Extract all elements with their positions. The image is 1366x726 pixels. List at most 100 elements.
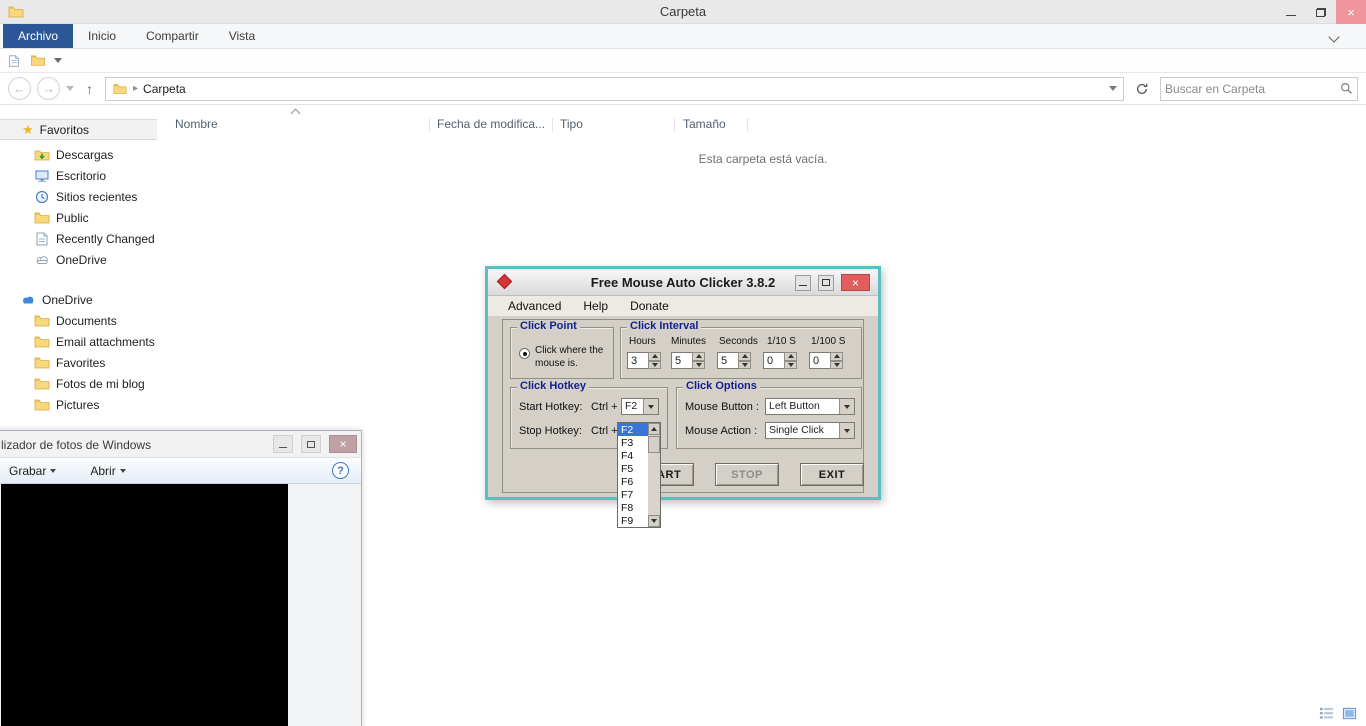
spin-up-icon[interactable] [648,352,661,361]
column-header-tipo[interactable]: Tipo [560,117,583,131]
dropdown-scrollbar[interactable] [648,423,660,527]
scroll-down-icon[interactable] [648,515,660,527]
sidebar-item-favorites[interactable]: Favorites [0,352,157,373]
minutes-spinner[interactable]: 5 [671,352,705,369]
empty-folder-message: Esta carpeta está vacía. [633,152,893,166]
sidebar-item-documents[interactable]: Documents [0,310,157,331]
menu-advanced[interactable]: Advanced [508,299,561,313]
search-box[interactable] [1160,77,1358,101]
dropdown-option-f8[interactable]: F8 [618,501,648,514]
maximize-button[interactable] [818,275,834,291]
address-bar[interactable]: ▸ Carpeta [105,77,1124,101]
menu-help[interactable]: Help [583,299,608,313]
customize-quick-access-icon[interactable] [54,58,62,63]
close-button[interactable]: × [841,274,870,291]
spin-down-icon[interactable] [784,361,797,370]
hundredth-spinner[interactable]: 0 [809,352,843,369]
spin-down-icon[interactable] [738,361,751,370]
seconds-value[interactable]: 5 [717,352,738,369]
spin-down-icon[interactable] [648,361,661,370]
column-separator[interactable] [747,118,748,132]
column-separator[interactable] [552,118,553,132]
sidebar-item-onedrive-favorite[interactable]: OneDrive [0,249,157,270]
up-button[interactable]: ↑ [80,81,99,97]
details-view-icon[interactable] [1318,705,1335,722]
sidebar-item-recently-changed[interactable]: Recently Changed [0,228,157,249]
sidebar-group-onedrive[interactable]: OneDrive [0,289,157,310]
minimize-button[interactable] [795,275,811,291]
dropdown-option-f4[interactable]: F4 [618,449,648,462]
scroll-up-icon[interactable] [648,423,660,435]
sidebar-group-favoritos[interactable]: ★ Favoritos [0,119,157,140]
thumbnail-view-icon[interactable] [1341,705,1358,722]
minimize-button[interactable] [273,435,293,453]
stop-button[interactable]: STOP [715,463,779,486]
sidebar-item-sitios-recientes[interactable]: Sitios recientes [0,186,157,207]
dropdown-option-f9[interactable]: F9 [618,514,648,527]
spin-up-icon[interactable] [738,352,751,361]
sidebar-item-descargas[interactable]: Descargas [0,144,157,165]
tab-archivo[interactable]: Archivo [3,24,73,48]
spin-up-icon[interactable] [692,352,705,361]
tenth-value[interactable]: 0 [763,352,784,369]
spin-down-icon[interactable] [830,361,843,370]
abrir-menu[interactable]: Abrir [82,464,133,478]
spin-up-icon[interactable] [830,352,843,361]
column-separator[interactable] [674,118,675,132]
tab-compartir[interactable]: Compartir [131,24,214,48]
seconds-spinner[interactable]: 5 [717,352,751,369]
column-header-fecha[interactable]: Fecha de modifica... [437,117,545,131]
breadcrumb[interactable]: Carpeta [143,82,186,96]
click-options-group: Click Options Mouse Button : Left Button… [676,387,862,449]
expand-ribbon-icon[interactable] [1328,31,1339,42]
column-header-tamano[interactable]: Tamaño [683,117,726,131]
combo-dropdown-icon[interactable] [643,399,658,414]
mouse-button-combo[interactable]: Left Button [765,398,855,415]
column-separator[interactable] [429,118,430,132]
dropdown-option-f7[interactable]: F7 [618,488,648,501]
dropdown-option-f2[interactable]: F2 [618,423,648,436]
hundredth-value[interactable]: 0 [809,352,830,369]
hours-spinner[interactable]: 3 [627,352,661,369]
dropdown-option-f5[interactable]: F5 [618,462,648,475]
minimize-button[interactable] [1276,0,1306,24]
back-button[interactable]: ← [8,77,31,100]
tenth-spinner[interactable]: 0 [763,352,797,369]
start-hotkey-combo[interactable]: F2 [621,398,659,415]
dropdown-option-f6[interactable]: F6 [618,475,648,488]
tab-inicio[interactable]: Inicio [73,24,131,48]
hours-value[interactable]: 3 [627,352,648,369]
help-icon[interactable]: ? [332,462,349,479]
tab-vista[interactable]: Vista [214,24,270,48]
search-input[interactable] [1165,82,1340,96]
click-point-radio[interactable] [519,348,530,359]
scroll-thumb[interactable] [648,436,660,453]
menu-donate[interactable]: Donate [630,299,669,313]
spin-down-icon[interactable] [692,361,705,370]
sidebar-item-escritorio[interactable]: Escritorio [0,165,157,186]
spin-up-icon[interactable] [784,352,797,361]
mouse-action-combo[interactable]: Single Click [765,422,855,439]
maximize-button[interactable] [301,435,321,453]
dropdown-option-f3[interactable]: F3 [618,436,648,449]
grabar-menu[interactable]: Grabar [1,464,64,478]
sidebar-item-email-attachments[interactable]: Email attachments [0,331,157,352]
exit-button[interactable]: EXIT [800,463,864,486]
restore-button[interactable] [1306,0,1336,24]
sidebar-item-pictures[interactable]: Pictures [0,394,157,415]
refresh-button[interactable] [1130,77,1154,101]
search-icon[interactable] [1340,82,1353,95]
combo-dropdown-icon[interactable] [839,423,854,438]
sidebar-item-public[interactable]: Public [0,207,157,228]
sidebar-item-fotos-de-mi-blog[interactable]: Fotos de mi blog [0,373,157,394]
properties-icon[interactable] [6,54,22,68]
address-dropdown-icon[interactable] [1109,86,1117,91]
column-header-nombre[interactable]: Nombre [175,117,218,131]
combo-dropdown-icon[interactable] [839,399,854,414]
recent-locations-icon[interactable] [66,86,74,91]
close-button[interactable]: × [1336,0,1366,24]
close-button[interactable]: × [329,435,357,453]
minutes-value[interactable]: 5 [671,352,692,369]
forward-button[interactable]: → [37,77,60,100]
new-folder-icon[interactable] [30,53,46,68]
